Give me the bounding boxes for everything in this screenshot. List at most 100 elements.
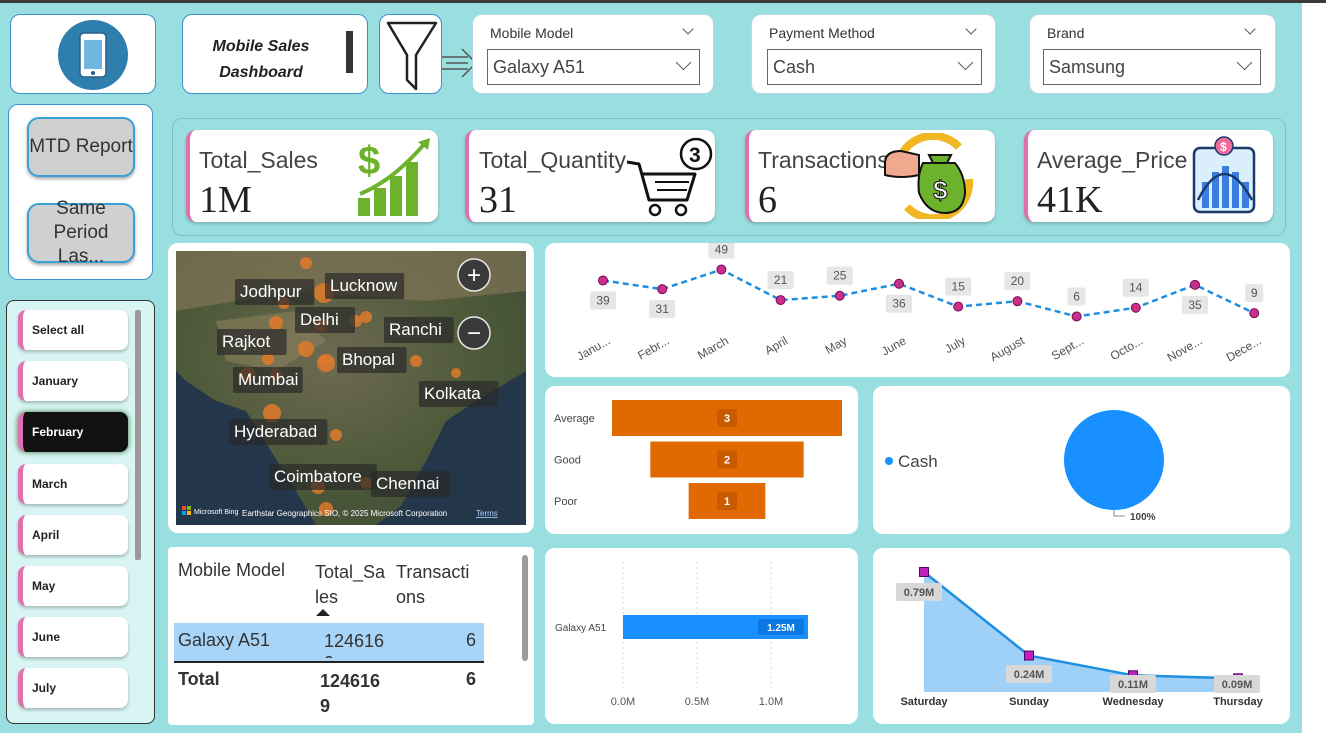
line-point[interactable] [953,301,964,312]
map-marker[interactable] [300,257,312,269]
month-option[interactable]: April [18,514,128,555]
table-scrollbar[interactable] [522,555,528,661]
bar-chart-svg[interactable]: 0.0M 0.5M 1.0M Galaxy A51 1.25M [545,548,858,724]
data-label: 1 [724,496,730,508]
area-fill [924,572,1238,692]
svg-text:$: $ [358,139,380,183]
svg-text:3: 3 [689,144,701,167]
x-tick-label: Sept... [1049,333,1086,362]
pie-slice[interactable] [1064,410,1164,510]
monthly-line-chart: 39 Janu... 31 Febr... 49 March 21 April 25 May 36 J… [545,240,1290,377]
table-cell-model: Galaxy A51 [178,630,271,650]
month-scrollbar[interactable] [135,310,141,560]
brand-dropdown[interactable]: Samsung [1043,49,1261,85]
line-point[interactable] [598,275,608,286]
line-point[interactable] [1012,296,1023,307]
x-tick-label: Wednesday [1103,696,1165,708]
kpi-title: Transactions [758,147,889,173]
leader-line [1113,510,1125,517]
line-point[interactable] [1190,279,1200,290]
data-label: 0.79M [904,587,935,599]
same-period-button[interactable]: Same Period Las... [27,198,135,267]
legend-marker [885,457,893,465]
navigation-card: MTD Report Same Period Las... [8,104,153,280]
x-tick-label: Dece... [1224,333,1264,364]
page-title-line1: Mobile Sales [212,38,310,55]
x-tick-label: March [695,333,731,362]
month-option[interactable]: May [18,566,128,606]
line-point[interactable] [1130,302,1141,313]
pie-chart-svg[interactable]: Cash 100% [873,386,1290,534]
table-header-sales[interactable]: Total_Sales [315,560,387,610]
map-marker[interactable] [410,355,422,367]
city-label: Hyderabad [234,422,317,441]
map-marker[interactable] [330,429,342,441]
line-point[interactable] [834,290,845,301]
city-label: Mumbai [238,370,298,389]
area-point[interactable] [919,567,929,577]
table-divider [174,661,484,663]
city-label: Kolkata [424,384,481,403]
line-point[interactable] [1071,311,1082,322]
month-option[interactable]: June [18,617,128,658]
map-marker[interactable] [269,316,283,330]
funnel-category-label: Good [554,455,581,467]
line-chart-svg[interactable]: 39 Janu... 31 Febr... 49 March 21 April 25 May 36 J… [545,240,1290,377]
city-label: Coimbatore [274,467,362,486]
area-point[interactable] [1024,650,1034,661]
svg-text:$: $ [933,175,948,205]
india-map[interactable]: Lucknow Jodhpur Delhi Ranchi Rajkot Bhopal Mum… [176,251,526,525]
x-tick-label: Janu... [574,333,612,363]
map-marker[interactable] [298,341,314,357]
month-option[interactable]: February [18,412,128,453]
sales-table: Mobile Model Total_Sales Transactions Ga… [168,547,534,725]
sort-descending-icon[interactable] [316,609,330,616]
y-category-label: Galaxy A51 [555,623,607,634]
table-header-transactions[interactable]: Transactions [396,560,474,610]
map-marker[interactable] [319,356,329,366]
mobile-model-label: Mobile Model [490,25,574,41]
x-tick-label: Thursday [1213,696,1263,708]
mobile-model-dropdown[interactable]: Galaxy A51 [487,49,700,85]
rating-funnel-chart: Average 3 Good 2 Poor 1 [545,386,858,534]
x-tick-label: April [762,333,790,357]
line-point[interactable] [775,295,786,306]
x-tick-label: 0.0M [611,696,635,708]
month-option[interactable]: Select all [18,310,128,350]
data-label: 21 [774,273,788,287]
chevron-down-icon[interactable] [682,23,694,35]
chevron-down-icon [957,54,974,71]
line-point[interactable] [1249,308,1260,319]
month-option[interactable]: March [18,463,128,504]
line-point[interactable] [894,278,904,289]
table-header-model[interactable]: Mobile Model [178,560,285,581]
brand-slicer[interactable]: Brand Samsung [1029,14,1276,94]
brand-label: Brand [1047,25,1085,41]
month-option[interactable]: January [18,361,128,402]
data-label: 6 [1073,289,1080,303]
chevron-down-icon[interactable] [965,23,977,35]
chevron-down-icon [675,54,692,71]
logo-card [10,14,156,94]
map-card: Lucknow Jodhpur Delhi Ranchi Rajkot Bhopal Mum… [168,243,534,533]
legend-label[interactable]: Cash [898,452,938,471]
mobile-model-slicer[interactable]: Mobile Model Galaxy A51 [472,14,714,94]
map-marker[interactable] [451,368,461,378]
chevron-down-icon[interactable] [1244,23,1256,35]
map-terms-link[interactable]: Terms [476,509,498,518]
zoom-out-icon: − [467,320,481,347]
filter-card[interactable] [379,14,478,94]
area-chart-svg[interactable]: 0.79M Saturday 0.24M Sunday 0.11M Wednesday 0.… [873,548,1290,724]
data-label: 25 [833,269,847,283]
payment-method-slicer[interactable]: Payment Method Cash [751,14,996,94]
table-row[interactable]: Galaxy A51 1246169 6 [174,623,484,661]
month-option[interactable]: July [18,668,128,709]
payment-method-dropdown[interactable]: Cash [767,49,982,85]
kpi-total-quantity: Total_Quantity 31 3 [465,130,715,222]
data-label: 49 [715,243,729,257]
x-tick-label: Febr... [635,333,671,362]
line-point[interactable] [716,264,727,275]
mtd-report-button[interactable]: MTD Report [27,117,135,177]
line-point[interactable] [657,284,668,295]
funnel-chart-svg[interactable]: Average 3 Good 2 Poor 1 [545,386,858,534]
